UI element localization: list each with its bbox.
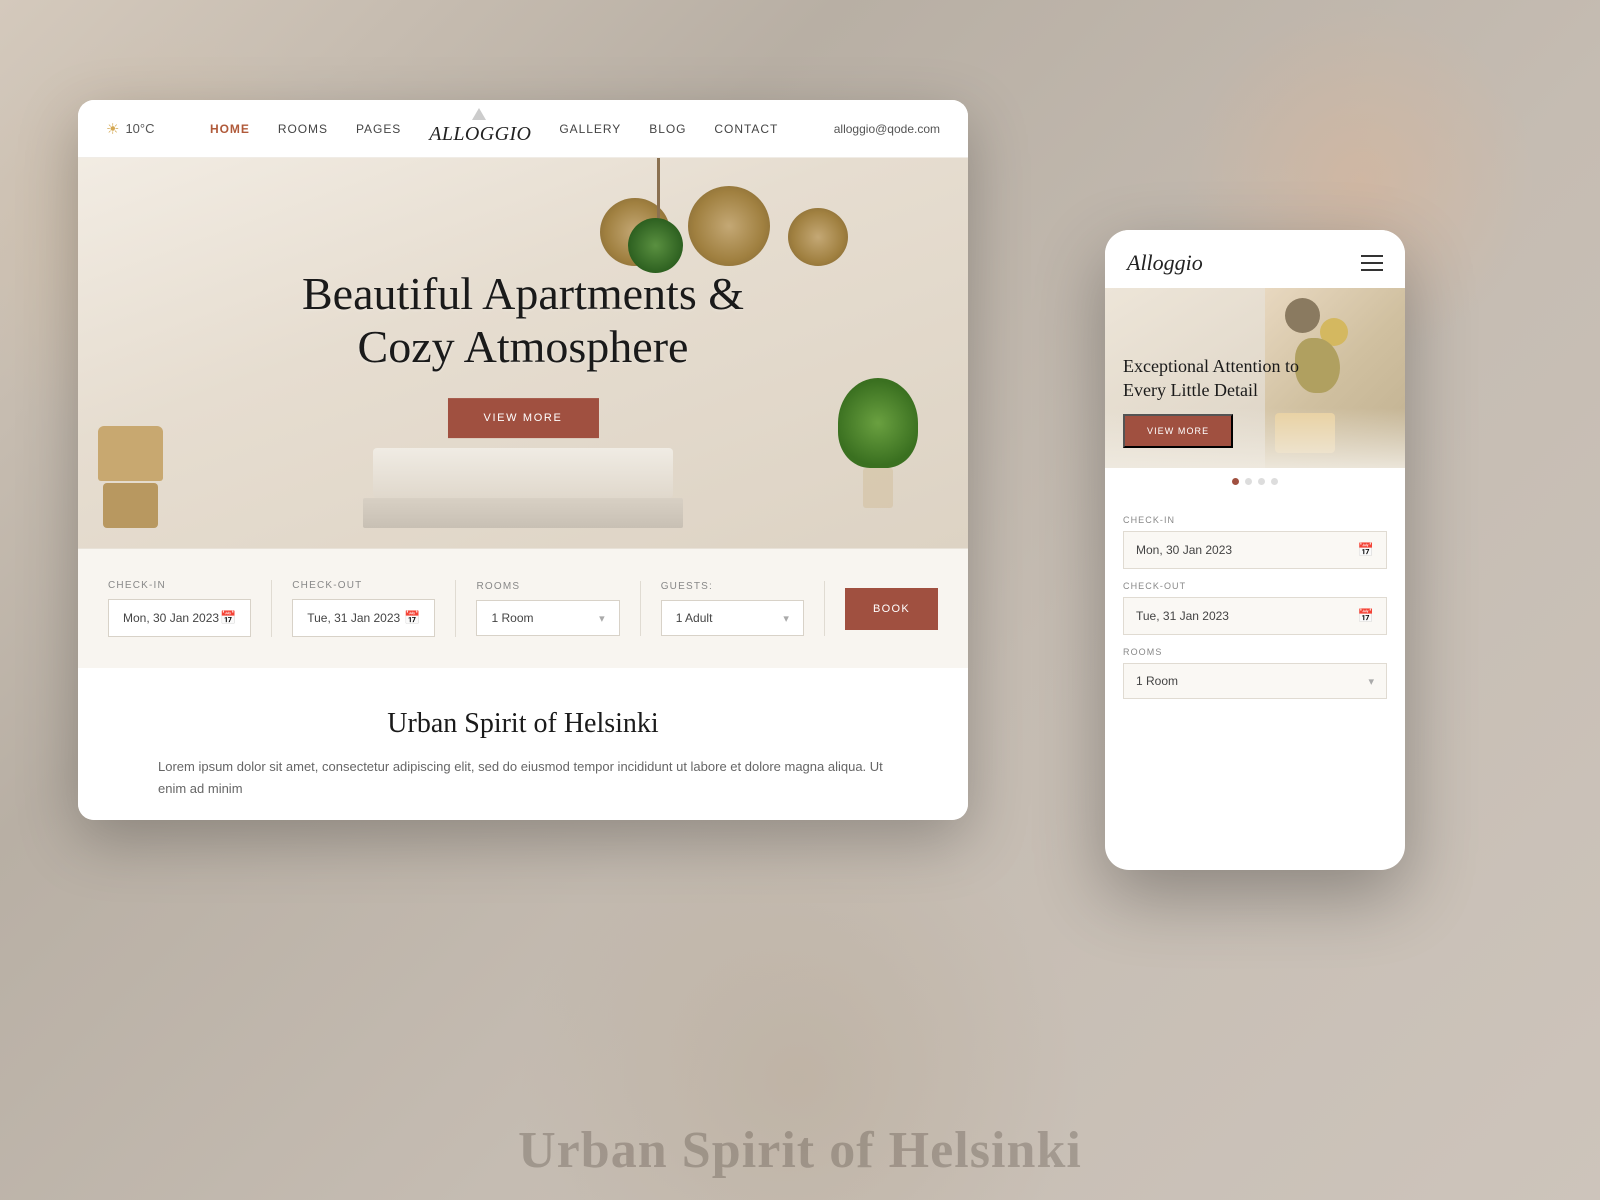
- hero-cta-button[interactable]: VIEW MORE: [447, 398, 598, 438]
- topbar-email: alloggio@qode.com: [834, 122, 940, 136]
- calendar-icon-checkout: 📅: [404, 610, 420, 626]
- floor-plant: [838, 378, 918, 508]
- mobile-booking-form: CHECK-IN Mon, 30 Jan 2023 📅 CHECK-OUT Tu…: [1105, 493, 1405, 709]
- rooms-field: ROOMS 1 Room ▾: [456, 581, 640, 636]
- art-shape-1: [1285, 298, 1320, 333]
- guests-label: GUESTS:: [661, 581, 804, 592]
- desktop-logo[interactable]: Alloggio: [429, 111, 531, 146]
- mobile-calendar-icon-1: 📅: [1358, 542, 1374, 558]
- nav-home[interactable]: HOME: [210, 122, 250, 136]
- checkin-label: CHECK-IN: [108, 580, 251, 591]
- guests-value: 1 Adult: [676, 611, 713, 625]
- nav-gallery[interactable]: GALLERY: [559, 122, 621, 136]
- hero-title: Beautiful Apartments & Cozy Atmosphere: [302, 268, 744, 374]
- mobile-hero-cta-button[interactable]: VIEW MORE: [1123, 414, 1233, 448]
- hero-title-line2: Cozy Atmosphere: [358, 321, 689, 372]
- body-section-title: Urban Spirit of Helsinki: [158, 708, 888, 740]
- calendar-icon-checkin: 📅: [220, 610, 236, 626]
- mobile-rooms-value: 1 Room: [1136, 674, 1178, 688]
- sun-icon: ☀: [106, 120, 119, 138]
- hero-title-line1: Beautiful Apartments &: [302, 268, 744, 319]
- hamburger-line-3: [1361, 269, 1383, 271]
- dot-4[interactable]: [1271, 478, 1278, 485]
- mobile-checkout-value: Tue, 31 Jan 2023: [1136, 609, 1229, 623]
- desktop-body: Urban Spirit of Helsinki Lorem ipsum dol…: [78, 668, 968, 820]
- mobile-checkin-input[interactable]: Mon, 30 Jan 2023 📅: [1123, 531, 1387, 569]
- guests-select[interactable]: 1 Adult ▾: [661, 600, 804, 636]
- chevron-down-icon-guests: ▾: [783, 612, 789, 625]
- dot-1[interactable]: [1232, 478, 1239, 485]
- basket-icon-3: [788, 208, 848, 266]
- mobile-hero-title-line2: Every Little Detail: [1123, 380, 1258, 400]
- mobile-logo[interactable]: Alloggio: [1127, 250, 1203, 276]
- hero-content: Beautiful Apartments & Cozy Atmosphere V…: [302, 268, 744, 438]
- desktop-mockup: ☀ 10°C HOME ROOMS PAGES Alloggio GALLERY…: [78, 100, 968, 820]
- nav-blog[interactable]: BLOG: [649, 122, 686, 136]
- dot-3[interactable]: [1258, 478, 1265, 485]
- desktop-hero: Beautiful Apartments & Cozy Atmosphere V…: [78, 158, 968, 548]
- mobile-hero-title-line1: Exceptional Attention to: [1123, 356, 1299, 376]
- desktop-topbar: ☀ 10°C HOME ROOMS PAGES Alloggio GALLERY…: [78, 100, 968, 158]
- rooms-value: 1 Room: [491, 611, 533, 625]
- hanging-plant: [628, 158, 688, 273]
- chair-decoration: [98, 426, 163, 528]
- mobile-calendar-icon-2: 📅: [1358, 608, 1374, 624]
- checkin-field: CHECK-IN Mon, 30 Jan 2023 📅: [108, 580, 272, 637]
- dot-2[interactable]: [1245, 478, 1252, 485]
- checkout-label: CHECK-OUT: [292, 580, 435, 591]
- desktop-nav: HOME ROOMS PAGES Alloggio GALLERY BLOG C…: [210, 111, 778, 146]
- bed-decoration: [363, 448, 683, 548]
- nav-contact[interactable]: CONTACT: [714, 122, 778, 136]
- background-text: Urban Spirit of Helsinki: [0, 1121, 1600, 1180]
- mobile-chevron-icon: ▾: [1368, 675, 1374, 688]
- basket-icon-2: [688, 186, 770, 266]
- mobile-rooms-select[interactable]: 1 Room ▾: [1123, 663, 1387, 699]
- booking-bar: CHECK-IN Mon, 30 Jan 2023 📅 CHECK-OUT Tu…: [78, 548, 968, 668]
- mobile-checkin-value: Mon, 30 Jan 2023: [1136, 543, 1232, 557]
- chevron-down-icon-rooms: ▾: [599, 612, 605, 625]
- mobile-checkin-label: CHECK-IN: [1123, 515, 1387, 525]
- carousel-dots: [1105, 468, 1405, 493]
- hamburger-line-1: [1361, 255, 1383, 257]
- plant-leaves: [628, 218, 683, 273]
- checkin-input[interactable]: Mon, 30 Jan 2023 📅: [108, 599, 251, 637]
- plant-rope: [657, 158, 660, 218]
- checkout-field: CHECK-OUT Tue, 31 Jan 2023 📅: [272, 580, 456, 637]
- checkin-value: Mon, 30 Jan 2023: [123, 611, 219, 625]
- mobile-header: Alloggio: [1105, 230, 1405, 288]
- nav-pages[interactable]: PAGES: [356, 122, 401, 136]
- temperature-display: 10°C: [125, 121, 154, 136]
- hamburger-menu-button[interactable]: [1361, 255, 1383, 271]
- checkout-value: Tue, 31 Jan 2023: [307, 611, 400, 625]
- mobile-checkout-label: CHECK-OUT: [1123, 581, 1387, 591]
- nav-rooms[interactable]: ROOMS: [278, 122, 328, 136]
- mobile-mockup: Alloggio Exceptional Attention to Every …: [1105, 230, 1405, 870]
- logo-text: Alloggio: [429, 123, 531, 146]
- mobile-hero-content: Exceptional Attention to Every Little De…: [1123, 355, 1387, 448]
- rooms-select[interactable]: 1 Room ▾: [476, 600, 619, 636]
- guests-field: GUESTS: 1 Adult ▾: [641, 581, 825, 636]
- mobile-hero-title: Exceptional Attention to Every Little De…: [1123, 355, 1387, 402]
- logo-triangle-icon: [472, 108, 486, 120]
- topbar-weather: ☀ 10°C: [106, 120, 155, 138]
- rooms-label: ROOMS: [476, 581, 619, 592]
- book-button[interactable]: BOOK: [845, 588, 938, 630]
- mobile-rooms-label: ROOMS: [1123, 647, 1387, 657]
- hamburger-line-2: [1361, 262, 1383, 264]
- mobile-hero: Exceptional Attention to Every Little De…: [1105, 288, 1405, 468]
- mobile-checkout-input[interactable]: Tue, 31 Jan 2023 📅: [1123, 597, 1387, 635]
- checkout-input[interactable]: Tue, 31 Jan 2023 📅: [292, 599, 435, 637]
- body-section-text: Lorem ipsum dolor sit amet, consectetur …: [158, 756, 888, 800]
